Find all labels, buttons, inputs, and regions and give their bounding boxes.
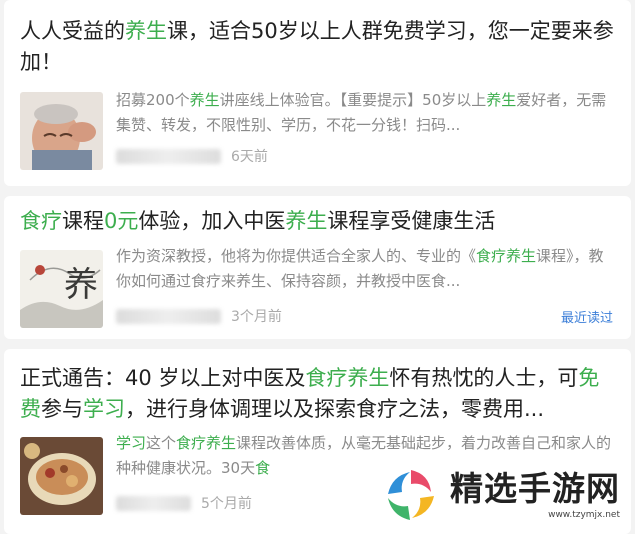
source-name-blurred xyxy=(116,495,191,511)
article-title[interactable]: 食疗课程0元体验，加入中医养生课程享受健康生活 xyxy=(20,206,615,237)
article-description: 招募200个养生讲座线上体验官。【重要提示】50岁以上养生爱好者，无需集赞、转发… xyxy=(116,91,607,134)
article-thumbnail: 养 xyxy=(20,250,103,328)
site-watermark: 精选手游网 www.tzymjx.net xyxy=(380,456,635,534)
recently-read-badge: 最近读过 xyxy=(560,310,613,326)
article-thumbnail xyxy=(20,92,103,170)
publish-time: 5个月前 xyxy=(201,496,252,512)
article-description: 作为资深教授，他将为你提供适合全家人的、专业的《食疗养生课程》，教你如何通过食疗… xyxy=(116,247,604,290)
watermark-logo-icon xyxy=(388,470,434,520)
svg-text:养: 养 xyxy=(64,265,98,305)
article-card[interactable]: 人人受益的养生课，适合50岁以上人群免费学习，您一定要来参加！ 招募200个养生… xyxy=(4,0,631,186)
article-thumbnail xyxy=(20,437,103,515)
watermark-site-name: 精选手游网 xyxy=(450,469,620,508)
article-meta: 3个月前 最近读过 xyxy=(116,306,613,326)
article-card[interactable]: 食疗课程0元体验，加入中医养生课程享受健康生活 养 作为资深教授，他将为你提供适… xyxy=(4,196,631,339)
article-title[interactable]: 正式通告：40 岁以上对中医及食疗养生怀有热忱的人士，可免费参与学习，进行身体调… xyxy=(20,363,615,425)
article-meta: 6天前 xyxy=(116,146,613,166)
source-name-blurred xyxy=(116,148,221,164)
publish-time: 3个月前 xyxy=(231,309,282,325)
publish-time: 6天前 xyxy=(231,149,268,165)
watermark-url: www.tzymjx.net xyxy=(548,510,620,520)
source-name-blurred xyxy=(116,308,221,324)
article-title[interactable]: 人人受益的养生课，适合50岁以上人群免费学习，您一定要来参加！ xyxy=(20,16,615,78)
